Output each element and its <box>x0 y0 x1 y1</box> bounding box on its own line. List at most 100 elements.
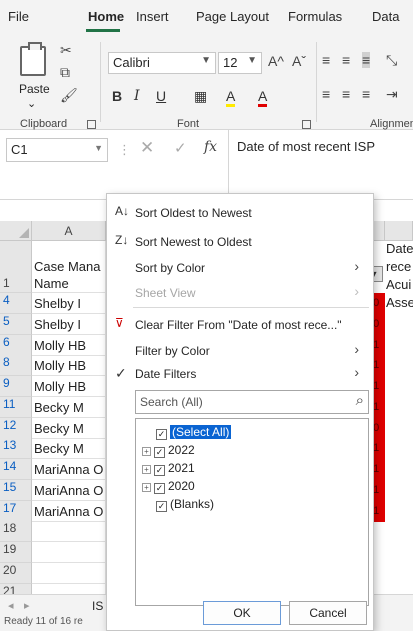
table-cell[interactable]: Shelby I <box>32 314 106 335</box>
table-cell[interactable] <box>32 563 106 584</box>
orientation-icon[interactable]: ⤡ <box>386 52 397 69</box>
chevron-right-icon: › <box>354 341 359 357</box>
checkbox-checked-icon[interactable]: ✓ <box>154 447 165 458</box>
tab-insert[interactable]: Insert <box>136 9 169 24</box>
table-cell[interactable]: Molly HB <box>32 335 106 356</box>
row-header[interactable]: 19 <box>0 542 32 563</box>
select-all-corner[interactable] <box>0 221 32 241</box>
align-right-icon[interactable]: ≡ <box>362 86 370 102</box>
row-header[interactable]: 6 <box>0 335 32 356</box>
align-center-icon[interactable]: ≡ <box>342 86 350 102</box>
font-color-button[interactable]: A <box>258 88 268 107</box>
underline-button[interactable]: U <box>156 88 166 104</box>
table-cell[interactable]: Becky M <box>32 418 106 439</box>
confirm-entry-icon[interactable]: ✓ <box>174 139 187 157</box>
format-painter-icon[interactable]: 🖌 <box>60 87 78 104</box>
formula-bar: C1 ▼ ⋮ ✕ ✓ fx Date of most recent ISP <box>0 130 413 200</box>
tab-home[interactable]: Home <box>88 9 124 24</box>
column-header-a[interactable]: A <box>32 221 106 241</box>
scroll-right-icon[interactable]: ▸ <box>24 599 30 612</box>
cut-icon[interactable]: ✂ <box>60 42 72 59</box>
table-cell[interactable] <box>32 521 106 542</box>
tree-item-blanks[interactable]: ✓ (Blanks) <box>156 497 214 512</box>
menu-item-sort-newest[interactable]: Z↓ Sort Newest to Oldest <box>107 229 373 255</box>
font-name-select[interactable]: Calibri ▼ <box>108 52 216 74</box>
row-header[interactable]: 8 <box>0 355 32 376</box>
expand-icon[interactable]: + <box>142 447 151 456</box>
menu-item-sort-oldest[interactable]: A↓ Sort Oldest to Newest <box>107 200 373 226</box>
table-cell[interactable]: Becky M <box>32 397 106 418</box>
tree-item-2020[interactable]: + ✓ 2020 <box>142 479 195 494</box>
tree-item-2021[interactable]: + ✓ 2021 <box>142 461 195 476</box>
row-header[interactable]: 13 <box>0 438 32 459</box>
insert-function-icon[interactable]: fx <box>204 139 217 155</box>
row-header[interactable]: 11 <box>0 397 32 418</box>
tree-item-2022[interactable]: + ✓ 2022 <box>142 443 195 458</box>
sheet-tab[interactable]: IS <box>92 599 103 613</box>
scroll-left-icon[interactable]: ◂ <box>8 599 14 612</box>
bold-button[interactable]: B <box>112 88 122 104</box>
menu-item-sort-by-color[interactable]: Sort by Color › <box>107 255 373 281</box>
bottom-align-icon[interactable]: ≡ <box>362 52 371 68</box>
tree-item-select-all[interactable]: ✓ (Select All) <box>156 425 232 440</box>
paste-button[interactable]: Paste <box>19 82 50 96</box>
expand-icon[interactable]: + <box>142 483 151 492</box>
checkbox-checked-icon[interactable]: ✓ <box>154 483 165 494</box>
checkbox-checked-icon[interactable]: ✓ <box>154 465 165 476</box>
checkbox-checked-icon[interactable]: ✓ <box>156 429 167 440</box>
tab-formulas[interactable]: Formulas <box>288 9 342 24</box>
clipboard-launcher-icon[interactable] <box>87 120 96 129</box>
tab-page-layout[interactable]: Page Layout <box>196 9 269 24</box>
checkmark-icon: ✓ <box>115 365 127 381</box>
row-header[interactable]: 12 <box>0 418 32 439</box>
table-cell[interactable]: Becky M <box>32 438 106 459</box>
row-header[interactable]: 9 <box>0 376 32 397</box>
font-launcher-icon[interactable] <box>302 120 311 129</box>
header-cell-case-manager[interactable]: Case Mana Name <box>32 241 106 293</box>
row-header[interactable]: 5 <box>0 314 32 335</box>
table-cell[interactable]: Molly HB <box>32 355 106 376</box>
font-size-select[interactable]: 12 ▼ <box>218 52 262 74</box>
row-header[interactable]: 18 <box>0 521 32 542</box>
menu-item-clear-filter[interactable]: ⊽ Clear Filter From "Date of most rece..… <box>107 312 373 338</box>
copy-icon[interactable]: ⧉ <box>60 64 70 81</box>
row-header[interactable]: 4 <box>0 293 32 314</box>
ok-button[interactable]: OK <box>203 601 281 625</box>
chevron-down-icon[interactable]: ⌄ <box>27 97 36 110</box>
indent-icon[interactable]: ⇥ <box>386 86 398 103</box>
row-header[interactable]: 14 <box>0 459 32 480</box>
cancel-button[interactable]: Cancel <box>289 601 367 625</box>
tab-file[interactable]: File <box>8 9 29 24</box>
row-header[interactable]: 20 <box>0 563 32 584</box>
tree-item-label: 2020 <box>168 479 195 493</box>
cancel-entry-icon[interactable]: ✕ <box>140 138 154 158</box>
shrink-font-button[interactable]: Aˇ <box>292 53 306 69</box>
fill-color-button[interactable]: A <box>226 88 236 107</box>
row-header[interactable]: 17 <box>0 501 32 522</box>
align-left-icon[interactable]: ≡ <box>322 86 330 102</box>
formula-input[interactable]: Date of most recent ISP <box>228 130 413 200</box>
top-align-icon[interactable]: ≡ <box>322 52 330 68</box>
table-cell[interactable]: MariAnna O <box>32 501 106 522</box>
filter-search-input[interactable]: Search (All) ⌕ <box>135 390 369 414</box>
search-icon: ⌕ <box>355 392 364 409</box>
table-cell[interactable]: Molly HB <box>32 376 106 397</box>
row-header[interactable]: 1 <box>0 241 32 293</box>
italic-button[interactable]: I <box>134 88 140 104</box>
menu-item-date-filters[interactable]: ✓ Date Filters › <box>107 361 373 387</box>
header-cell-date[interactable]: Date rece Acui Asse <box>384 228 413 455</box>
menu-item-label: Sort Oldest to Newest <box>135 206 252 220</box>
grow-font-button[interactable]: A^ <box>268 53 284 69</box>
table-cell[interactable]: MariAnna O <box>32 459 106 480</box>
middle-align-icon[interactable]: ≡ <box>342 52 350 68</box>
row-header[interactable]: 15 <box>0 480 32 501</box>
table-cell[interactable]: Shelby I <box>32 293 106 314</box>
tab-data[interactable]: Data <box>372 9 399 24</box>
paste-icon[interactable] <box>20 42 46 76</box>
table-cell[interactable]: MariAnna O <box>32 480 106 501</box>
table-cell[interactable] <box>32 542 106 563</box>
checkbox-checked-icon[interactable]: ✓ <box>156 501 167 512</box>
borders-icon[interactable]: ▦ <box>194 88 207 105</box>
expand-icon[interactable]: + <box>142 465 151 474</box>
name-box[interactable]: C1 ▼ <box>6 138 108 162</box>
